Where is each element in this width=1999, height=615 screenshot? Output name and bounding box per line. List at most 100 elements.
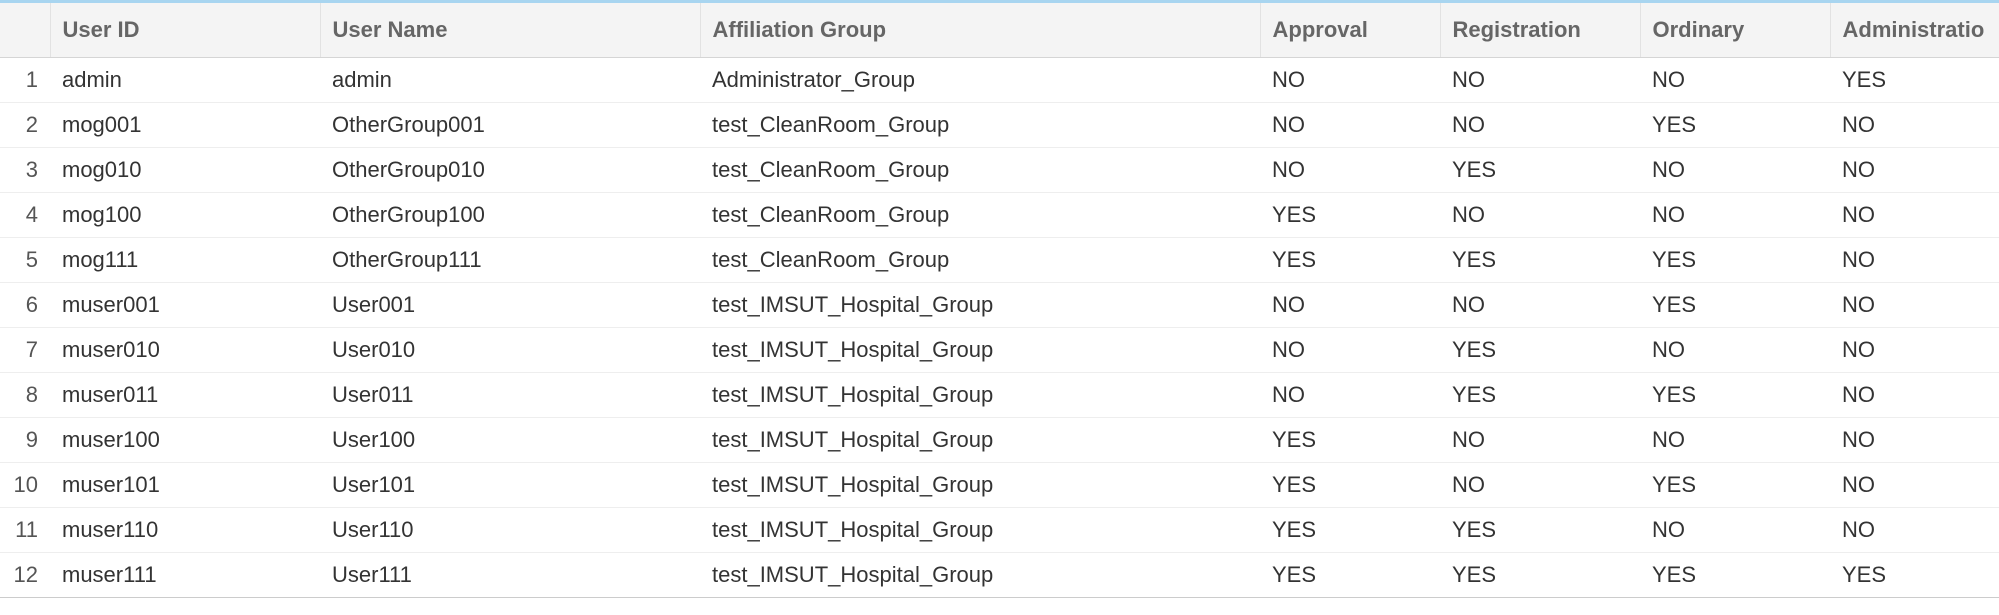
cell-user-id: mog100 <box>50 193 320 238</box>
cell-approval: YES <box>1260 193 1440 238</box>
cell-affiliation: test_IMSUT_Hospital_Group <box>700 418 1260 463</box>
cell-registration: YES <box>1440 148 1640 193</box>
cell-user-id: mog111 <box>50 238 320 283</box>
cell-rownum: 8 <box>0 373 50 418</box>
cell-rownum: 4 <box>0 193 50 238</box>
column-approval[interactable]: Approval <box>1260 3 1440 58</box>
cell-rownum: 3 <box>0 148 50 193</box>
cell-ordinary: NO <box>1640 328 1830 373</box>
table-row[interactable]: 5mog111OtherGroup111test_CleanRoom_Group… <box>0 238 1999 283</box>
table-row[interactable]: 2mog001OtherGroup001test_CleanRoom_Group… <box>0 103 1999 148</box>
cell-user-name: OtherGroup010 <box>320 148 700 193</box>
cell-administration: NO <box>1830 148 1999 193</box>
column-ordinary[interactable]: Ordinary <box>1640 3 1830 58</box>
table-row[interactable]: 8muser011User011test_IMSUT_Hospital_Grou… <box>0 373 1999 418</box>
cell-affiliation: test_CleanRoom_Group <box>700 148 1260 193</box>
column-registration[interactable]: Registration <box>1440 3 1640 58</box>
cell-user-name: User100 <box>320 418 700 463</box>
cell-administration: NO <box>1830 463 1999 508</box>
cell-administration: YES <box>1830 58 1999 103</box>
table-row[interactable]: 7muser010User010test_IMSUT_Hospital_Grou… <box>0 328 1999 373</box>
table-row[interactable]: 1adminadminAdministrator_GroupNONONOYES <box>0 58 1999 103</box>
table-row[interactable]: 6muser001User001test_IMSUT_Hospital_Grou… <box>0 283 1999 328</box>
cell-approval: NO <box>1260 103 1440 148</box>
table-row[interactable]: 11muser110User110test_IMSUT_Hospital_Gro… <box>0 508 1999 553</box>
cell-ordinary: YES <box>1640 463 1830 508</box>
cell-approval: NO <box>1260 58 1440 103</box>
cell-rownum: 5 <box>0 238 50 283</box>
cell-affiliation: test_CleanRoom_Group <box>700 103 1260 148</box>
table-row[interactable]: 12muser111User111test_IMSUT_Hospital_Gro… <box>0 553 1999 598</box>
cell-administration: NO <box>1830 508 1999 553</box>
cell-approval: YES <box>1260 418 1440 463</box>
table-row[interactable]: 10muser101User101test_IMSUT_Hospital_Gro… <box>0 463 1999 508</box>
cell-user-id: muser110 <box>50 508 320 553</box>
cell-registration: NO <box>1440 193 1640 238</box>
cell-registration: NO <box>1440 463 1640 508</box>
cell-approval: NO <box>1260 283 1440 328</box>
cell-affiliation: test_IMSUT_Hospital_Group <box>700 283 1260 328</box>
cell-rownum: 12 <box>0 553 50 598</box>
cell-administration: NO <box>1830 283 1999 328</box>
cell-approval: YES <box>1260 553 1440 598</box>
cell-rownum: 1 <box>0 58 50 103</box>
column-user-name[interactable]: User Name <box>320 3 700 58</box>
cell-user-name: admin <box>320 58 700 103</box>
cell-ordinary: YES <box>1640 553 1830 598</box>
cell-user-id: mog001 <box>50 103 320 148</box>
cell-rownum: 9 <box>0 418 50 463</box>
cell-user-name: User001 <box>320 283 700 328</box>
column-user-id[interactable]: User ID <box>50 3 320 58</box>
cell-affiliation: test_IMSUT_Hospital_Group <box>700 328 1260 373</box>
cell-registration: YES <box>1440 328 1640 373</box>
table-header-row: User ID User Name Affiliation Group Appr… <box>0 3 1999 58</box>
cell-administration: NO <box>1830 103 1999 148</box>
cell-user-id: muser100 <box>50 418 320 463</box>
user-table: User ID User Name Affiliation Group Appr… <box>0 0 1999 598</box>
cell-user-name: User101 <box>320 463 700 508</box>
cell-administration: NO <box>1830 238 1999 283</box>
cell-registration: NO <box>1440 283 1640 328</box>
column-affiliation-group[interactable]: Affiliation Group <box>700 3 1260 58</box>
cell-user-id: muser111 <box>50 553 320 598</box>
cell-user-name: User011 <box>320 373 700 418</box>
cell-registration: NO <box>1440 418 1640 463</box>
cell-approval: YES <box>1260 508 1440 553</box>
cell-user-name: User111 <box>320 553 700 598</box>
table-row[interactable]: 3mog010OtherGroup010test_CleanRoom_Group… <box>0 148 1999 193</box>
cell-user-name: OtherGroup111 <box>320 238 700 283</box>
cell-user-id: muser001 <box>50 283 320 328</box>
column-rownum[interactable] <box>0 3 50 58</box>
column-administration[interactable]: Administratio <box>1830 3 1999 58</box>
cell-user-name: User110 <box>320 508 700 553</box>
cell-rownum: 7 <box>0 328 50 373</box>
cell-affiliation: test_CleanRoom_Group <box>700 238 1260 283</box>
cell-administration: NO <box>1830 418 1999 463</box>
cell-ordinary: NO <box>1640 193 1830 238</box>
cell-ordinary: NO <box>1640 148 1830 193</box>
cell-affiliation: test_IMSUT_Hospital_Group <box>700 463 1260 508</box>
table-row[interactable]: 9muser100User100test_IMSUT_Hospital_Grou… <box>0 418 1999 463</box>
cell-affiliation: test_CleanRoom_Group <box>700 193 1260 238</box>
cell-rownum: 2 <box>0 103 50 148</box>
cell-approval: YES <box>1260 463 1440 508</box>
cell-ordinary: NO <box>1640 508 1830 553</box>
cell-rownum: 6 <box>0 283 50 328</box>
cell-ordinary: NO <box>1640 58 1830 103</box>
cell-affiliation: Administrator_Group <box>700 58 1260 103</box>
cell-administration: NO <box>1830 193 1999 238</box>
cell-ordinary: YES <box>1640 103 1830 148</box>
cell-affiliation: test_IMSUT_Hospital_Group <box>700 508 1260 553</box>
cell-approval: YES <box>1260 238 1440 283</box>
cell-user-id: muser010 <box>50 328 320 373</box>
cell-user-id: admin <box>50 58 320 103</box>
cell-registration: NO <box>1440 103 1640 148</box>
cell-user-name: User010 <box>320 328 700 373</box>
table-row[interactable]: 4mog100OtherGroup100test_CleanRoom_Group… <box>0 193 1999 238</box>
cell-user-id: muser101 <box>50 463 320 508</box>
cell-registration: YES <box>1440 508 1640 553</box>
cell-ordinary: YES <box>1640 283 1830 328</box>
cell-approval: NO <box>1260 373 1440 418</box>
cell-ordinary: NO <box>1640 418 1830 463</box>
cell-affiliation: test_IMSUT_Hospital_Group <box>700 553 1260 598</box>
